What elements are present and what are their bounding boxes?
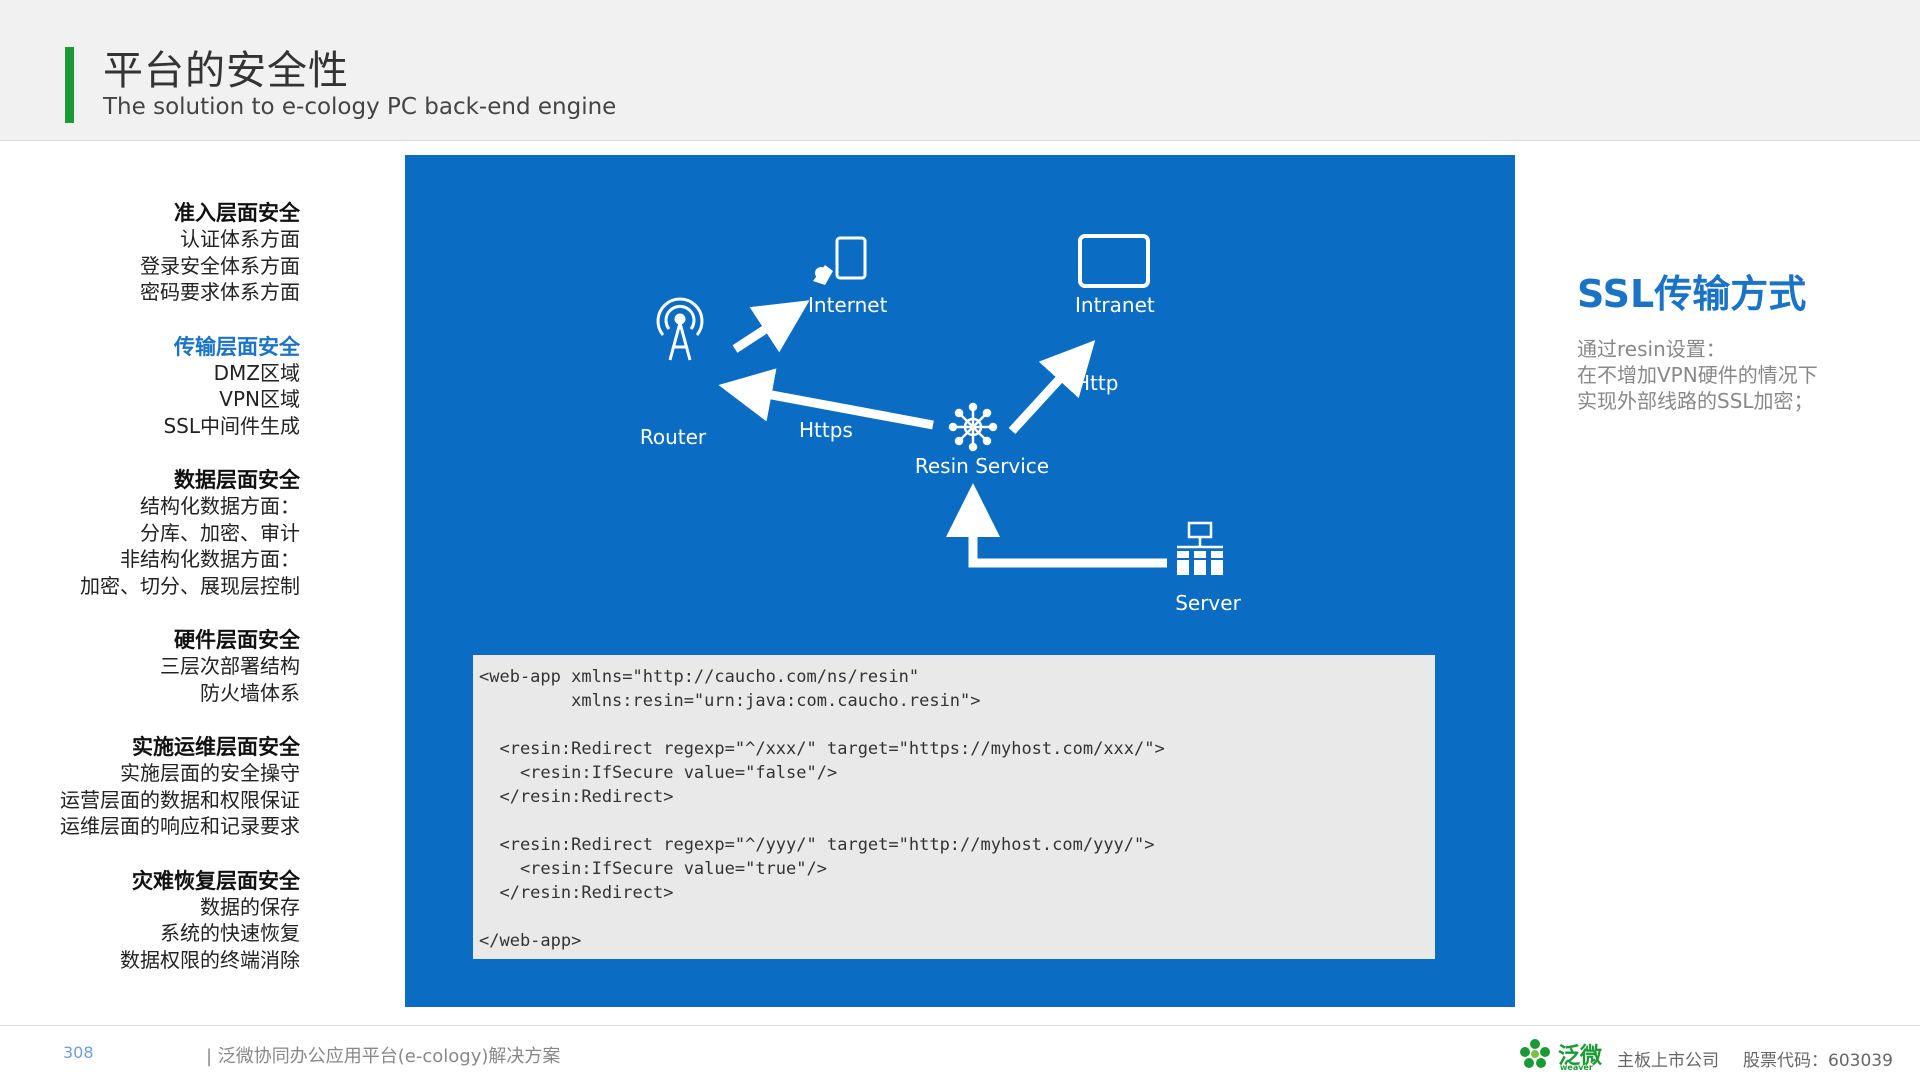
server-cluster-icon [1177,521,1223,575]
network-diagram: Internet Intranet Router Https Http Resi… [640,234,1242,615]
nav-group-item: VPN区域 [219,387,300,411]
nav-group-item: 系统的快速恢复 [160,921,300,945]
antenna-icon [656,297,704,361]
nav-group-item: 运营层面的数据和权限保证 [60,787,300,812]
page-subtitle: The solution to e-cology PC back-end eng… [103,94,617,120]
node-label-internet: Internet [808,293,888,317]
nav-group-heading: 准入层面安全 [174,201,300,225]
code-line: <resin:IfSecure value="false"/> [479,763,838,783]
header-accent-bar [65,47,74,123]
nav-group-item: 数据权限的终端消除 [120,947,300,972]
nav-group-item: 认证体系方面 [180,227,300,251]
nav-group-heading: 数据层面安全 [174,468,300,492]
node-label-resin-service: Resin Service [915,454,1049,478]
nav-group-item: 三层次部署结构 [160,654,300,678]
arrow-resin-to-intranet [1008,340,1096,435]
nav-group: 传输层面安全 DMZ区域 VPN区域 SSL中间件生成 [20,334,300,440]
tablet-touch-icon [813,236,867,285]
logo-subtext: weaver [1560,1063,1593,1072]
nav-group-item: 加密、切分、展现层控制 [80,573,300,598]
footer-company-label: 主板上市公司 [1617,1051,1719,1071]
page-number: 308 [63,1043,94,1062]
ssl-section-title: SSL传输方式 [1577,272,1807,316]
code-line: <resin:Redirect regexp="^/yyy/" target="… [479,835,1155,855]
nav-group-item: 非结构化数据方面： [120,547,300,571]
nav-group-item: 结构化数据方面： [140,494,300,518]
code-line: <resin:IfSecure value="true"/> [479,859,827,879]
code-line: </resin:Redirect> [479,883,674,903]
footer-divider [0,1025,1920,1026]
nav-group: 实施运维层面安全 实施层面的安全操守 运营层面的数据和权限保证 运维层面的响应和记录要… [20,734,300,840]
node-label-intranet: Intranet [1075,293,1155,317]
nav-group: 灾难恢复层面安全 数据的保存 系统的快速恢复 数据权限的终端消除 [20,868,300,974]
nav-group-item: SSL中间件生成 [163,413,300,438]
arrow-router-to-internet [732,300,810,353]
footer-title: | 泛微协同办公应用平台(e-cology)解决方案 [206,1046,561,1067]
nav-group-item: 分库、加密、审计 [140,520,300,545]
nav-group-heading: 灾难恢复层面安全 [132,868,300,893]
ssl-description-line: 实现外部线路的SSL加密； [1577,389,1814,413]
edge-label-https: Https [799,418,853,442]
code-line: <resin:Redirect regexp="^/xxx/" target="… [479,739,1165,759]
tablet-icon [1078,234,1150,288]
slide-header: 平台的安全性 The solution to e-cology PC back-… [0,0,1920,141]
nav-group: 准入层面安全 认证体系方面 登录安全体系方面 密码要求体系方面 [20,200,300,306]
nav-group-item: 防火墙体系 [200,680,300,705]
code-line: xmlns:resin="urn:java:com.caucho.resin"> [479,691,981,711]
nav-group-heading: 硬件层面安全 [174,628,300,652]
code-line: </web-app> [479,931,582,951]
footer-stock-code: 股票代码：603039 [1743,1051,1893,1071]
nav-group-item: 运维层面的响应和记录要求 [60,814,300,838]
nav-group: 数据层面安全 结构化数据方面： 分库、加密、审计 非结构化数据方面： 加密、切分、展现层… [20,467,300,599]
nav-group-item: 密码要求体系方面 [140,280,300,304]
ssl-description-line: 在不增加VPN硬件的情况下 [1577,363,1818,387]
code-line: </resin:Redirect> [479,787,674,807]
nav-group-heading: 传输层面安全 [174,334,300,359]
nav-group-item: 登录安全体系方面 [140,253,300,278]
page-title: 平台的安全性 [103,48,349,94]
nav-group-item: DMZ区域 [213,360,300,385]
nav-group-item: 实施层面的安全操守 [120,761,300,785]
diagram-panel: Internet Intranet Router Https Http Resi… [405,155,1515,1007]
ssl-description-line: 通过resin设置： [1577,337,1726,361]
nav-group-heading: 实施运维层面安全 [132,735,300,759]
arrow-server-to-resin [946,483,1167,568]
node-label-server: Server [1175,591,1241,615]
nav-group-item: 数据的保存 [200,894,300,919]
node-label-router: Router [640,425,707,449]
ssl-section-description: 通过resin设置： 在不增加VPN硬件的情况下 实现外部线路的SSL加密； [1577,336,1818,414]
network-hub-icon [948,402,998,452]
resin-config-code-block: <web-app xmlns="http://caucho.com/ns/res… [473,655,1435,959]
security-topics-list: 准入层面安全 认证体系方面 登录安全体系方面 密码要求体系方面 传输层面安全 DMZ区域 V… [20,200,300,1001]
code-line: <web-app xmlns="http://caucho.com/ns/res… [479,667,920,687]
nav-group: 硬件层面安全 三层次部署结构 防火墙体系 [20,627,300,706]
edge-label-http: Http [1075,371,1118,395]
